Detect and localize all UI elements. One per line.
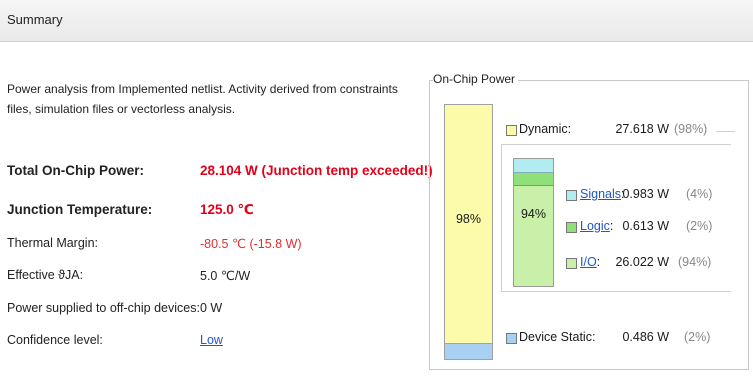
offchip-value: 0 W bbox=[200, 301, 223, 315]
junction-temp-value: 125.0 ℃ bbox=[200, 202, 254, 217]
thermal-margin-label: Thermal Margin: bbox=[7, 236, 98, 250]
device-static-label: Device Static: bbox=[519, 330, 596, 344]
junction-temp-label: Junction Temperature: bbox=[7, 202, 153, 217]
on-chip-power-title: On-Chip Power bbox=[433, 72, 519, 86]
analysis-description: Power analysis from Implemented netlist.… bbox=[7, 82, 398, 116]
signals-link[interactable]: Signals bbox=[580, 187, 621, 201]
io-swatch bbox=[566, 258, 577, 269]
logic-colon: : bbox=[609, 219, 614, 233]
thermal-margin-value: -80.5 ℃ (-15.8 W) bbox=[200, 237, 302, 251]
device-static-segment bbox=[445, 343, 492, 359]
confidence-label: Confidence level: bbox=[7, 333, 103, 347]
logic-swatch bbox=[566, 222, 577, 233]
io-link[interactable]: I/O bbox=[580, 255, 597, 269]
dynamic-label: Dynamic: bbox=[519, 122, 572, 136]
summary-title: Summary bbox=[7, 12, 63, 27]
dynamic-value: 27.618 W bbox=[615, 122, 669, 136]
dynamic-swatch bbox=[506, 125, 517, 136]
device-static-value: 0.486 W bbox=[622, 330, 669, 344]
effective-theta-value: 5.0 ℃/W bbox=[200, 269, 251, 283]
on-chip-power-bar: 98% bbox=[444, 104, 493, 360]
logic-pct: (2%) bbox=[686, 219, 713, 233]
logic-link[interactable]: Logic bbox=[580, 219, 610, 233]
logic-segment bbox=[514, 173, 553, 186]
offchip-label: Power supplied to off-chip devices: bbox=[7, 301, 200, 315]
summary-header: Summary bbox=[0, 0, 753, 42]
device-static-swatch bbox=[506, 333, 517, 344]
signals-pct: (4%) bbox=[686, 187, 713, 201]
io-bar-pct: 94% bbox=[520, 207, 547, 221]
logic-value: 0.613 W bbox=[622, 219, 669, 233]
total-power-value: 28.104 W (Junction temp exceeded!) bbox=[200, 163, 433, 178]
total-power-label: Total On-Chip Power: bbox=[7, 163, 144, 178]
io-value: 26.022 W bbox=[615, 255, 669, 269]
effective-theta-label: Effective ϑJA: bbox=[7, 268, 84, 282]
dynamic-breakdown-bar: 94% bbox=[513, 158, 554, 287]
device-static-pct: (2%) bbox=[684, 330, 711, 344]
io-colon: : bbox=[596, 255, 601, 269]
signals-swatch bbox=[566, 190, 577, 201]
dynamic-bar-pct: 98% bbox=[455, 212, 482, 226]
logic-label: Logic: bbox=[580, 219, 613, 233]
signals-segment bbox=[514, 159, 553, 173]
io-label: I/O: bbox=[580, 255, 600, 269]
confidence-link[interactable]: Low bbox=[200, 333, 223, 347]
io-pct: (94%) bbox=[678, 255, 712, 269]
dynamic-connector bbox=[716, 131, 735, 132]
io-segment bbox=[514, 186, 553, 286]
dynamic-pct: (98%) bbox=[674, 122, 708, 136]
signals-value: 0.983 W bbox=[622, 187, 669, 201]
